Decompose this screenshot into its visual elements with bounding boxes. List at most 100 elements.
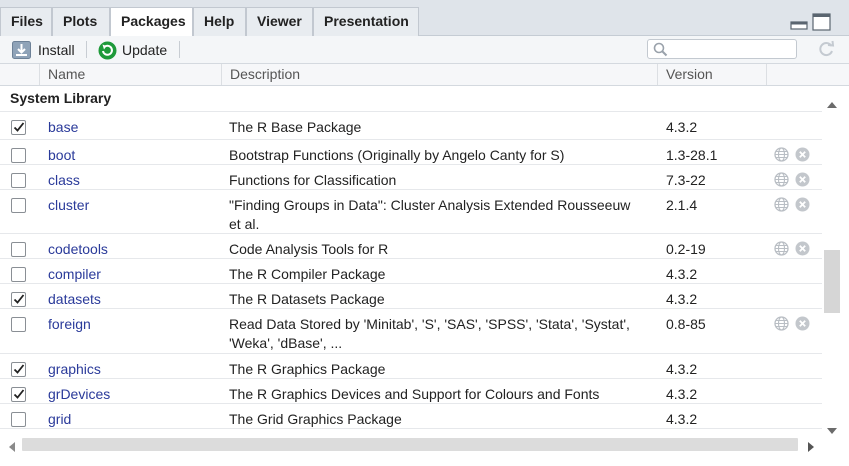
update-label: Update [122, 42, 168, 58]
package-name-link[interactable]: compiler [48, 265, 101, 284]
remove-package-icon[interactable] [795, 197, 810, 215]
tab-help[interactable]: Help [193, 7, 246, 36]
tab-presentation[interactable]: Presentation [313, 7, 419, 36]
install-button[interactable]: Install [12, 40, 76, 60]
table-row: foreign Read Data Stored by 'Minitab', 'S… [0, 309, 822, 354]
update-button[interactable]: Update [98, 40, 170, 60]
remove-package-icon[interactable] [795, 316, 810, 334]
package-description-line: Read Data Stored by 'Minitab', 'S', 'SAS… [229, 316, 630, 332]
load-package-checkbox[interactable] [11, 292, 26, 307]
load-package-checkbox[interactable] [11, 148, 26, 163]
column-header-version[interactable]: Version [657, 64, 766, 85]
package-name-link[interactable]: datasets [48, 290, 101, 309]
install-icon [12, 41, 31, 64]
package-description-line: The R Base Package [229, 119, 362, 135]
remove-package-icon[interactable] [795, 147, 810, 165]
package-description: The R Datasets Package [229, 290, 654, 309]
table-header: Name Description Version [0, 64, 849, 86]
package-description-line: The R Datasets Package [229, 291, 385, 307]
load-package-checkbox[interactable] [11, 317, 26, 332]
package-name-link[interactable]: graphics [48, 360, 101, 379]
table-row: grDevices The R Graphics Devices and Supp… [0, 379, 822, 404]
package-description: Bootstrap Functions (Originally by Angel… [229, 146, 654, 165]
table-row: boot Bootstrap Functions (Originally by A… [0, 140, 822, 165]
package-version: 1.3-28.1 [666, 147, 718, 163]
package-description-line: Code Analysis Tools for R [229, 241, 389, 257]
package-version: 4.3.2 [666, 266, 698, 282]
load-package-checkbox[interactable] [11, 362, 26, 377]
package-description: The R Compiler Package [229, 265, 654, 284]
checkmark-icon [13, 364, 25, 374]
tab-viewer[interactable]: Viewer [246, 7, 313, 36]
load-package-checkbox[interactable] [11, 242, 26, 257]
search-input[interactable] [672, 41, 796, 58]
table-row: codetools Code Analysis Tools for R 0.2-19 [0, 234, 822, 259]
horizontal-scroll-thumb[interactable] [22, 438, 798, 451]
checkmark-icon [13, 122, 25, 132]
scroll-down-arrow-icon[interactable] [827, 421, 837, 437]
tab-packages[interactable]: Packages [110, 7, 193, 37]
package-name-link[interactable]: class [48, 171, 80, 190]
package-description-line: The Grid Graphics Package [229, 411, 402, 427]
package-name-link[interactable]: boot [48, 146, 75, 165]
packages-toolbar: Install Update [0, 36, 849, 64]
load-package-checkbox[interactable] [11, 387, 26, 402]
package-name-link[interactable]: codetools [48, 240, 108, 259]
pane-tab-bar: Files Plots Packages Help Viewer Present… [0, 0, 849, 37]
maximize-pane-icon[interactable] [812, 13, 831, 34]
package-description: "Finding Groups in Data": Cluster Analys… [229, 196, 654, 234]
column-header-description[interactable]: Description [221, 64, 658, 85]
scroll-right-arrow-icon[interactable] [808, 439, 814, 455]
load-package-checkbox[interactable] [11, 198, 26, 213]
packages-table: System Library base The R Base Package 4.3… [0, 86, 822, 433]
package-description-line: Functions for Classification [229, 172, 397, 188]
scroll-left-arrow-icon[interactable] [9, 439, 15, 455]
package-version: 4.3.2 [666, 411, 698, 427]
column-header-name[interactable]: Name [39, 64, 222, 85]
package-version: 0.2-19 [666, 241, 706, 257]
package-description: Functions for Classification [229, 171, 654, 190]
load-package-checkbox[interactable] [11, 267, 26, 282]
package-name-link[interactable]: grid [48, 410, 71, 429]
minimize-pane-icon[interactable] [790, 13, 808, 34]
remove-package-icon[interactable] [795, 241, 810, 259]
package-description: The Grid Graphics Package [229, 410, 654, 429]
vertical-scroll-thumb[interactable] [824, 250, 840, 313]
table-row: grid The Grid Graphics Package 4.3.2 [0, 404, 822, 429]
package-website-globe-icon[interactable] [774, 197, 789, 215]
remove-package-icon[interactable] [795, 172, 810, 190]
horizontal-scrollbar[interactable] [0, 433, 822, 461]
search-icon [653, 42, 668, 60]
package-description-line: "Finding Groups in Data": Cluster Analys… [229, 197, 631, 213]
package-description-line: The R Compiler Package [229, 266, 386, 282]
table-row: datasets The R Datasets Package 4.3.2 [0, 284, 822, 309]
package-website-globe-icon[interactable] [774, 172, 789, 190]
table-row: compiler The R Compiler Package 4.3.2 [0, 259, 822, 284]
toolbar-divider [86, 41, 87, 58]
package-website-globe-icon[interactable] [774, 147, 789, 165]
column-header-actions [766, 64, 793, 85]
refresh-list-icon[interactable] [817, 40, 836, 62]
load-package-checkbox[interactable] [11, 412, 26, 427]
toolbar-divider [179, 41, 180, 58]
vertical-scrollbar[interactable] [822, 86, 841, 461]
package-name-link[interactable]: base [48, 118, 78, 137]
checkmark-icon [13, 389, 25, 399]
package-name-link[interactable]: grDevices [48, 385, 110, 404]
package-website-globe-icon[interactable] [774, 316, 789, 334]
package-version: 0.8-85 [666, 316, 706, 332]
load-package-checkbox[interactable] [11, 120, 26, 135]
package-website-globe-icon[interactable] [774, 241, 789, 259]
scroll-up-arrow-icon[interactable] [827, 95, 837, 111]
package-description-line: Bootstrap Functions (Originally by Angel… [229, 147, 565, 163]
package-name-link[interactable]: cluster [48, 196, 89, 215]
package-name-link[interactable]: foreign [48, 315, 91, 334]
load-package-checkbox[interactable] [11, 173, 26, 188]
package-description-line: 'Weka', 'dBase', ... [229, 335, 343, 351]
table-row: graphics The R Graphics Package 4.3.2 [0, 354, 822, 379]
package-version: 7.3-22 [666, 172, 706, 188]
tab-plots[interactable]: Plots [52, 7, 110, 36]
tab-files[interactable]: Files [0, 7, 52, 36]
package-description: The R Graphics Devices and Support for C… [229, 385, 654, 404]
package-search-box[interactable] [647, 39, 797, 59]
